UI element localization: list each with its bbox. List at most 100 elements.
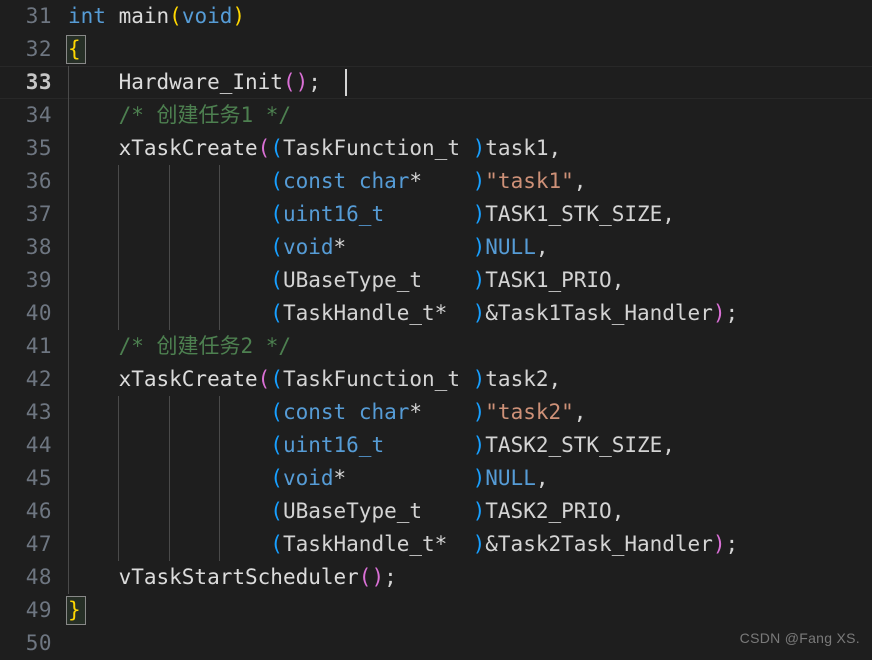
code-text[interactable]: (TaskHandle_t* )&Task2Task_Handler); — [68, 528, 738, 561]
line-number[interactable]: 32 — [0, 33, 52, 66]
token-fn: xTaskCreate — [118, 136, 258, 160]
line-number[interactable]: 31 — [0, 0, 52, 33]
code-line[interactable]: 47 (TaskHandle_t* )&Task2Task_Handler); — [0, 528, 872, 561]
code-text[interactable]: { — [68, 33, 81, 66]
line-number[interactable]: 47 — [0, 528, 52, 561]
token-punc — [384, 202, 473, 226]
token-p-mag: ) — [712, 532, 726, 556]
code-text[interactable]: (uint16_t )TASK1_STK_SIZE, — [68, 198, 675, 231]
line-number[interactable]: 38 — [0, 231, 52, 264]
code-line[interactable]: 34 /* 创建任务1 */ — [0, 99, 872, 132]
token-kw: const — [282, 169, 347, 193]
token-kw: char — [358, 169, 410, 193]
code-line[interactable]: 49} — [0, 594, 872, 627]
token-punc — [68, 70, 119, 94]
token-cmt: /* 创建任务1 */ — [118, 103, 292, 127]
token-id: TASK2_STK_SIZE, — [485, 433, 675, 457]
line-number[interactable]: 43 — [0, 396, 52, 429]
token-punc: ; — [725, 532, 739, 556]
code-line[interactable]: 32 { — [0, 33, 872, 66]
code-line[interactable]: 37 (uint16_t )TASK1_STK_SIZE, — [0, 198, 872, 231]
code-text[interactable]: (TaskHandle_t* )&Task1Task_Handler); — [68, 297, 738, 330]
line-number[interactable]: 44 — [0, 429, 52, 462]
line-number[interactable]: 50 — [0, 627, 52, 660]
token-p-blu: ) — [472, 400, 486, 424]
token-p-blu: ( — [270, 202, 283, 226]
code-line[interactable]: 38 (void* )NULL, — [0, 231, 872, 264]
line-number[interactable]: 42 — [0, 363, 52, 396]
code-text[interactable]: } — [68, 594, 81, 627]
token-id: TaskHandle_t* — [282, 301, 473, 325]
token-kw: uint16_t — [282, 433, 385, 457]
token-kw: int — [68, 4, 106, 28]
line-number[interactable]: 37 — [0, 198, 52, 231]
code-line[interactable]: 43 (const char* )"task2", — [0, 396, 872, 429]
token-p-blu: ) — [472, 433, 486, 457]
token-fn: xTaskCreate — [118, 367, 258, 391]
code-line[interactable]: 35 xTaskCreate((TaskFunction_t )task1, — [0, 132, 872, 165]
token-p-blu: ( — [270, 301, 283, 325]
line-number[interactable]: 45 — [0, 462, 52, 495]
token-p-blu: ) — [472, 202, 486, 226]
token-p-blu: ( — [270, 235, 283, 259]
line-number[interactable]: 35 — [0, 132, 52, 165]
code-line[interactable]: 42 xTaskCreate((TaskFunction_t )task2, — [0, 363, 872, 396]
token-id: UBaseType_t — [282, 499, 473, 523]
line-number[interactable]: 48 — [0, 561, 52, 594]
token-punc — [68, 466, 270, 490]
token-p-mag: ) — [712, 301, 726, 325]
line-number[interactable]: 39 — [0, 264, 52, 297]
code-line[interactable]: 36 (const char* )"task1", — [0, 165, 872, 198]
code-text[interactable]: (UBaseType_t )TASK2_PRIO, — [68, 495, 624, 528]
token-p-yel: ) — [232, 4, 246, 28]
line-number[interactable]: 33 — [0, 66, 52, 99]
code-text[interactable]: vTaskStartScheduler(); — [68, 561, 397, 594]
code-text[interactable]: (uint16_t )TASK2_STK_SIZE, — [68, 429, 675, 462]
code-line[interactable]: 40 (TaskHandle_t* )&Task1Task_Handler); — [0, 297, 872, 330]
token-p-blu: ( — [270, 466, 283, 490]
code-line[interactable]: 46 (UBaseType_t )TASK2_PRIO, — [0, 495, 872, 528]
code-text[interactable]: (void* )NULL, — [68, 231, 548, 264]
token-punc — [68, 169, 270, 193]
token-id: TASK2_PRIO, — [485, 499, 625, 523]
code-text[interactable]: (UBaseType_t )TASK1_PRIO, — [68, 264, 624, 297]
token-p-yel: { — [68, 37, 81, 61]
token-cmt: /* 创建任务2 */ — [118, 334, 292, 358]
token-p-blu: ( — [270, 400, 283, 424]
code-line[interactable]: 41 /* 创建任务2 */ — [0, 330, 872, 363]
token-id: TaskFunction_t — [282, 367, 473, 391]
code-text[interactable]: (const char* )"task2", — [68, 396, 586, 429]
code-line[interactable]: 48 vTaskStartScheduler(); — [0, 561, 872, 594]
token-punc — [68, 499, 270, 523]
code-line[interactable]: 44 (uint16_t )TASK2_STK_SIZE, — [0, 429, 872, 462]
watermark: CSDN @Fang XS. — [739, 630, 860, 646]
code-line[interactable]: 39 (UBaseType_t )TASK1_PRIO, — [0, 264, 872, 297]
code-text[interactable]: (const char* )"task1", — [68, 165, 586, 198]
token-punc: , — [573, 169, 587, 193]
code-text[interactable]: Hardware_Init(); — [68, 66, 321, 99]
line-number[interactable]: 46 — [0, 495, 52, 528]
line-number[interactable]: 41 — [0, 330, 52, 363]
code-text[interactable]: xTaskCreate((TaskFunction_t )task2, — [68, 363, 562, 396]
code-text[interactable]: (void* )NULL, — [68, 462, 548, 495]
line-number[interactable]: 40 — [0, 297, 52, 330]
code-text[interactable]: int main(void) — [68, 0, 245, 33]
token-p-blu: ) — [472, 466, 486, 490]
token-punc — [68, 301, 270, 325]
token-kw: void — [282, 235, 334, 259]
code-line[interactable]: 31 int main(void) — [0, 0, 872, 33]
token-fn: Hardware_Init — [118, 70, 283, 94]
line-number[interactable]: 49 — [0, 594, 52, 627]
code-editor[interactable]: 31 int main(void) 32{33 Hardware_Init(); 34… — [0, 0, 872, 660]
token-punc — [68, 367, 119, 391]
code-text[interactable]: /* 创建任务2 */ — [68, 330, 292, 363]
line-number[interactable]: 34 — [0, 99, 52, 132]
line-number[interactable]: 36 — [0, 165, 52, 198]
token-id: TaskHandle_t* — [282, 532, 473, 556]
code-line[interactable]: 33 Hardware_Init(); — [0, 66, 872, 99]
token-p-blu: ) — [472, 532, 486, 556]
code-line[interactable]: 45 (void* )NULL, — [0, 462, 872, 495]
token-id: &Task2Task_Handler — [485, 532, 713, 556]
code-text[interactable]: /* 创建任务1 */ — [68, 99, 292, 132]
code-text[interactable]: xTaskCreate((TaskFunction_t )task1, — [68, 132, 562, 165]
